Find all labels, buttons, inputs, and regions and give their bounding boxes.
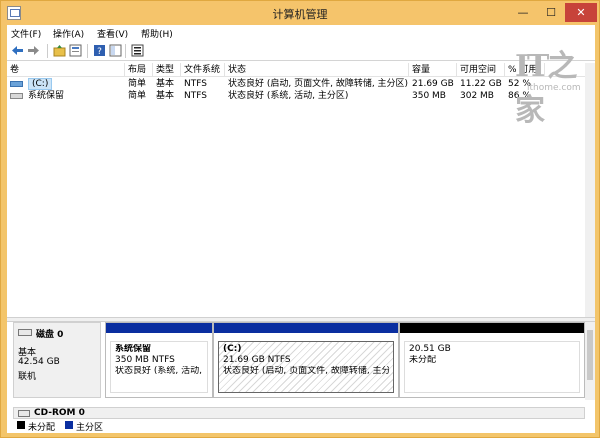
column-header-free-space[interactable]: 可用空间 bbox=[457, 63, 505, 77]
volume-name[interactable]: 系统保留 bbox=[25, 90, 125, 102]
unallocated-bar bbox=[400, 323, 584, 333]
volume-status: 状态良好 (启动, 页面文件, 故障转储, 主分区) bbox=[225, 78, 409, 90]
column-header-type[interactable]: 类型 bbox=[153, 63, 181, 77]
scrollbar-thumb[interactable] bbox=[587, 330, 593, 380]
legend-unallocated: 未分配 bbox=[28, 420, 55, 433]
table-row[interactable]: (C:) 简单 基本 NTFS 状态良好 (启动, 页面文件, 故障转储, 主分… bbox=[7, 78, 585, 90]
view-icon[interactable] bbox=[109, 44, 122, 57]
maximize-button[interactable]: ☐ bbox=[537, 3, 565, 22]
drive-icon bbox=[10, 93, 23, 99]
partition-status: 未分配 bbox=[409, 355, 575, 366]
partition-size: 350 MB NTFS bbox=[115, 355, 203, 366]
menu-view[interactable]: 查看(V) bbox=[97, 27, 128, 40]
column-header-volume[interactable]: 卷 bbox=[7, 63, 125, 77]
disk-state: 联机 bbox=[18, 369, 36, 382]
partition-status: 状态良好 (启动, 页面文件, 故障转储, 主分区 bbox=[223, 366, 389, 377]
volume-capacity: 21.69 GB bbox=[409, 78, 457, 90]
up-folder-icon[interactable] bbox=[53, 44, 66, 57]
volume-name[interactable]: (C:) bbox=[28, 78, 52, 90]
computer-management-window: 计算机管理 — ☐ ✕ 文件(F) 操作(A) 查看(V) 帮助(H) ? 卷 … bbox=[0, 0, 600, 438]
volume-type: 基本 bbox=[153, 78, 181, 90]
volume-list: (C:) 简单 基本 NTFS 状态良好 (启动, 页面文件, 故障转储, 主分… bbox=[7, 78, 585, 316]
partition-c[interactable]: (C:) 21.69 GB NTFS 状态良好 (启动, 页面文件, 故障转储,… bbox=[213, 322, 399, 398]
help-icon[interactable]: ? bbox=[93, 44, 106, 57]
volume-status: 状态良好 (系统, 活动, 主分区) bbox=[225, 90, 409, 102]
toolbar-separator bbox=[125, 44, 126, 58]
forward-arrow-icon[interactable] bbox=[27, 44, 40, 57]
partition-status: 状态良好 (系统, 活动, 主 bbox=[115, 366, 203, 377]
minimize-button[interactable]: — bbox=[509, 3, 537, 22]
column-header-status[interactable]: 状态 bbox=[225, 63, 409, 77]
partition-size: 21.69 GB NTFS bbox=[223, 355, 389, 366]
column-header-layout[interactable]: 布局 bbox=[125, 63, 153, 77]
hard-disk-icon bbox=[18, 329, 32, 336]
ithome-watermark: IT之家 ithome.com bbox=[515, 41, 599, 101]
table-row[interactable]: 系统保留 简单 基本 NTFS 状态良好 (系统, 活动, 主分区) 350 M… bbox=[7, 90, 585, 102]
volume-filesystem: NTFS bbox=[181, 90, 225, 102]
partition-body: 20.51 GB 未分配 bbox=[404, 341, 580, 393]
volume-table-header: 卷 布局 类型 文件系统 状态 容量 可用空间 % 可用 bbox=[7, 63, 585, 77]
toolbar-separator bbox=[47, 44, 48, 58]
volume-capacity: 350 MB bbox=[409, 90, 457, 102]
legend-primary: 主分区 bbox=[76, 420, 103, 433]
menu-help[interactable]: 帮助(H) bbox=[141, 27, 173, 40]
cdrom-name: CD-ROM 0 bbox=[34, 408, 85, 419]
primary-partition-bar bbox=[214, 323, 398, 333]
title-bar[interactable]: 计算机管理 — ☐ ✕ bbox=[1, 1, 599, 25]
column-header-filesystem[interactable]: 文件系统 bbox=[181, 63, 225, 77]
cdrom-0-label[interactable]: CD-ROM 0 bbox=[13, 407, 585, 419]
column-header-capacity[interactable]: 容量 bbox=[409, 63, 457, 77]
volume-filesystem: NTFS bbox=[181, 78, 225, 90]
toolbar-separator bbox=[87, 44, 88, 58]
partition-body: (C:) 21.69 GB NTFS 状态良好 (启动, 页面文件, 故障转储,… bbox=[218, 341, 394, 393]
back-arrow-icon[interactable] bbox=[11, 44, 24, 57]
menu-bar: 文件(F) 操作(A) 查看(V) 帮助(H) bbox=[7, 25, 595, 41]
partition-system-reserved[interactable]: 系统保留 350 MB NTFS 状态良好 (系统, 活动, 主 bbox=[105, 322, 213, 398]
unallocated-swatch bbox=[17, 421, 25, 429]
disk-name: 磁盘 0 bbox=[36, 327, 63, 340]
partition-unallocated[interactable]: 20.51 GB 未分配 bbox=[399, 322, 585, 398]
partition-name: 系统保留 bbox=[115, 344, 203, 355]
primary-partition-bar bbox=[106, 323, 212, 333]
primary-partition-swatch bbox=[65, 421, 73, 429]
list-icon[interactable] bbox=[131, 44, 144, 57]
properties-icon[interactable] bbox=[69, 44, 82, 57]
toolbar: ? bbox=[7, 41, 595, 61]
close-button[interactable]: ✕ bbox=[565, 3, 597, 22]
menu-file[interactable]: 文件(F) bbox=[11, 27, 41, 40]
volume-free-space: 302 MB bbox=[457, 90, 505, 102]
legend: 未分配 主分区 bbox=[13, 419, 585, 431]
drive-icon bbox=[10, 81, 23, 87]
volume-layout: 简单 bbox=[125, 78, 153, 90]
svg-text:?: ? bbox=[97, 47, 102, 57]
partition-body: 系统保留 350 MB NTFS 状态良好 (系统, 活动, 主 bbox=[110, 341, 208, 393]
disk-0-label[interactable]: 磁盘 0 基本 42.54 GB 联机 bbox=[13, 322, 101, 398]
partition-size: 20.51 GB bbox=[409, 344, 575, 355]
client-area: 文件(F) 操作(A) 查看(V) 帮助(H) ? 卷 布局 类型 文件系统 状… bbox=[7, 25, 595, 433]
disk-graphical-view: 磁盘 0 基本 42.54 GB 联机 系统保留 350 MB NTFS 状态良… bbox=[7, 322, 595, 400]
menu-action[interactable]: 操作(A) bbox=[53, 27, 84, 40]
disk-view-scrollbar[interactable] bbox=[585, 322, 595, 400]
volume-free-space: 11.22 GB bbox=[457, 78, 505, 90]
partition-name: (C:) bbox=[223, 344, 389, 355]
disk-size: 42.54 GB bbox=[18, 357, 60, 367]
volume-type: 基本 bbox=[153, 90, 181, 102]
ithome-url: ithome.com bbox=[527, 83, 581, 93]
volume-layout: 简单 bbox=[125, 90, 153, 102]
cd-drive-icon bbox=[18, 410, 30, 417]
